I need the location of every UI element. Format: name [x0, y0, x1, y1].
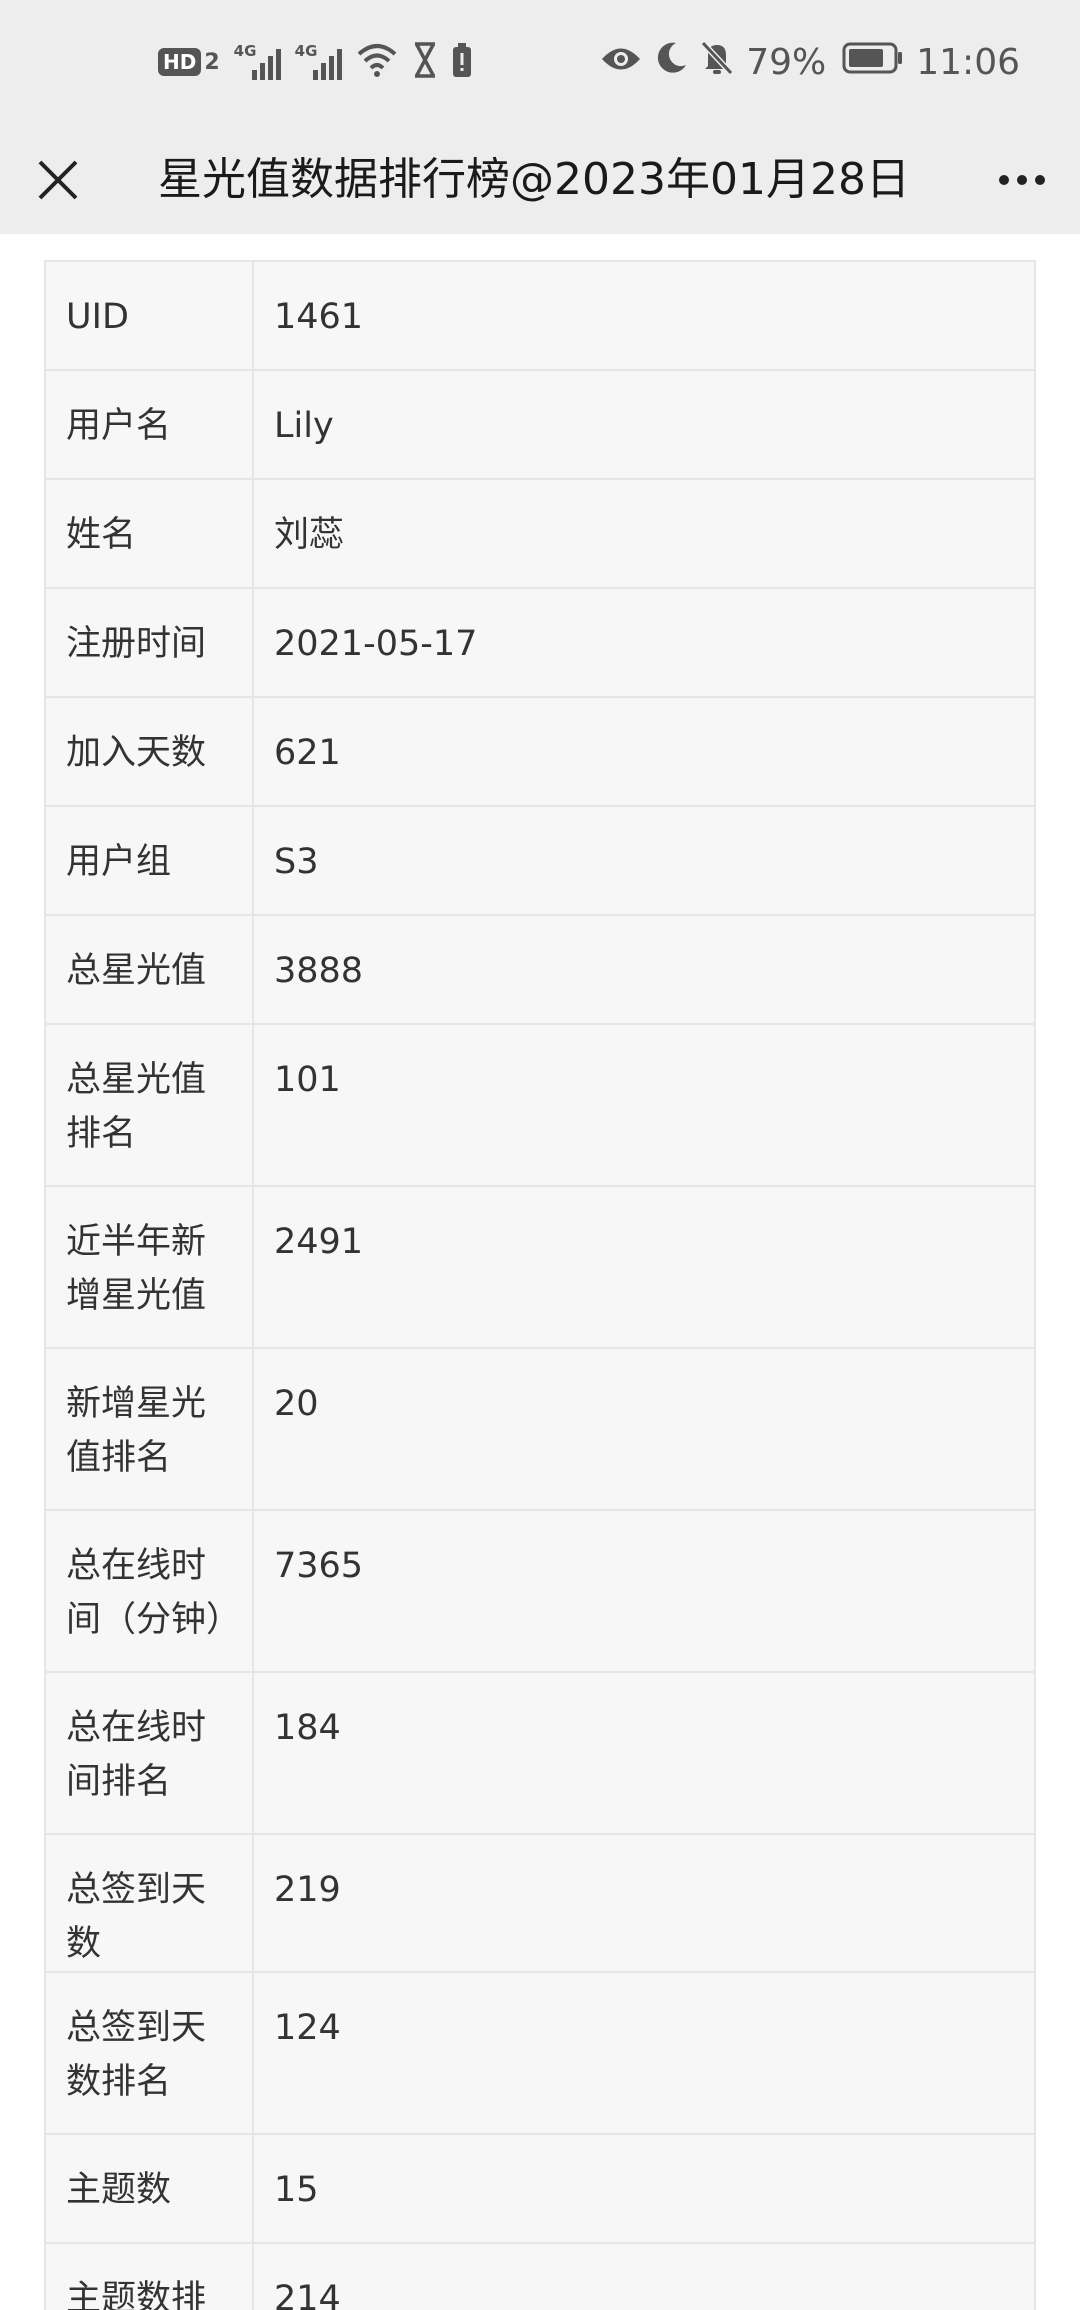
table-row: 新增星光值排名 20: [44, 1347, 1036, 1511]
title-bar: 星光值数据排行榜@2023年01月28日: [0, 126, 1080, 234]
row-value: 7365: [252, 1509, 1036, 1673]
table-row: 用户组 S3: [44, 805, 1036, 916]
page-title: 星光值数据排行榜@2023年01月28日: [158, 154, 910, 205]
table-row: 总签到天数 219: [44, 1833, 1036, 1973]
row-value: 15: [252, 2133, 1036, 2244]
status-right-icons: 79% 11:06: [600, 36, 1020, 88]
row-key: 用户组: [44, 805, 254, 916]
row-key: 总签到天数排名: [44, 1971, 254, 2135]
clock: 11:06: [916, 41, 1020, 83]
row-key: 总签到天数: [44, 1833, 254, 1973]
more-icon-dot: [1017, 175, 1027, 185]
table-row: 主题数 15: [44, 2133, 1036, 2244]
row-key: 主题数: [44, 2133, 254, 2244]
table-row: UID 1461: [44, 260, 1036, 371]
table-row: 主题数排名 214: [44, 2242, 1036, 2310]
network-type-2: 4G: [294, 42, 318, 60]
battery-alert-icon: [452, 42, 472, 82]
row-key: 总星光值: [44, 914, 254, 1025]
table-row: 注册时间 2021-05-17: [44, 587, 1036, 698]
signal-icon: 4G: [294, 42, 342, 80]
table-row: 总在线时间排名 184: [44, 1671, 1036, 1835]
row-value: 101: [252, 1023, 1036, 1187]
wifi-icon: [356, 42, 398, 82]
more-button[interactable]: [988, 146, 1056, 214]
row-value: 219: [252, 1833, 1036, 1973]
table-row: 总星光值排名 101: [44, 1023, 1036, 1187]
row-key: 主题数排名: [44, 2242, 254, 2310]
status-left-icons: HD 2 4G 4G: [158, 40, 472, 84]
row-value: 3888: [252, 914, 1036, 1025]
row-value: 184: [252, 1671, 1036, 1835]
close-button[interactable]: [24, 146, 92, 214]
table-row: 姓名 刘蕊: [44, 478, 1036, 589]
row-key: 总在线时间（分钟）: [44, 1509, 254, 1673]
more-icon-dot: [1035, 175, 1045, 185]
row-key: 近半年新增星光值: [44, 1185, 254, 1349]
network-type-1: 4G: [233, 42, 257, 60]
moon-icon: [654, 41, 688, 84]
page-content[interactable]: UID 1461 用户名 Lily 姓名 刘蕊 注册时间 2021-05-17 …: [0, 234, 1080, 2310]
row-value: 621: [252, 696, 1036, 807]
bell-off-icon: [700, 40, 734, 85]
row-key: UID: [44, 260, 254, 371]
row-value: 刘蕊: [252, 478, 1036, 589]
battery-percent: 79%: [746, 41, 827, 83]
row-key: 用户名: [44, 369, 254, 480]
row-value: 2491: [252, 1185, 1036, 1349]
hd-sim-number: 2: [204, 49, 220, 75]
row-key: 注册时间: [44, 587, 254, 698]
more-icon-dot: [999, 175, 1009, 185]
row-value: 214: [252, 2242, 1036, 2310]
table-row: 总星光值 3888: [44, 914, 1036, 1025]
row-key: 姓名: [44, 478, 254, 589]
user-stats-table: UID 1461 用户名 Lily 姓名 刘蕊 注册时间 2021-05-17 …: [44, 260, 1036, 2310]
row-value: 20: [252, 1347, 1036, 1511]
table-row: 总签到天数排名 124: [44, 1971, 1036, 2135]
table-row: 加入天数 621: [44, 696, 1036, 807]
row-key: 新增星光值排名: [44, 1347, 254, 1511]
table-row: 总在线时间（分钟） 7365: [44, 1509, 1036, 1673]
table-row: 用户名 Lily: [44, 369, 1036, 480]
table-row: 近半年新增星光值 2491: [44, 1185, 1036, 1349]
battery-icon: [842, 42, 904, 83]
row-key: 总星光值排名: [44, 1023, 254, 1187]
close-icon: [38, 160, 78, 200]
hd-badge: HD: [158, 48, 202, 76]
eye-icon: [600, 42, 642, 83]
status-bar: HD 2 4G 4G 79% 11:06: [0, 0, 1080, 126]
hourglass-icon: [412, 42, 438, 82]
row-key: 总在线时间排名: [44, 1671, 254, 1835]
signal-icon: 4G: [233, 42, 281, 80]
row-value: 1461: [252, 260, 1036, 371]
row-value: S3: [252, 805, 1036, 916]
row-value: Lily: [252, 369, 1036, 480]
row-key: 加入天数: [44, 696, 254, 807]
row-value: 124: [252, 1971, 1036, 2135]
row-value: 2021-05-17: [252, 587, 1036, 698]
hd-icon: HD 2: [158, 48, 220, 76]
